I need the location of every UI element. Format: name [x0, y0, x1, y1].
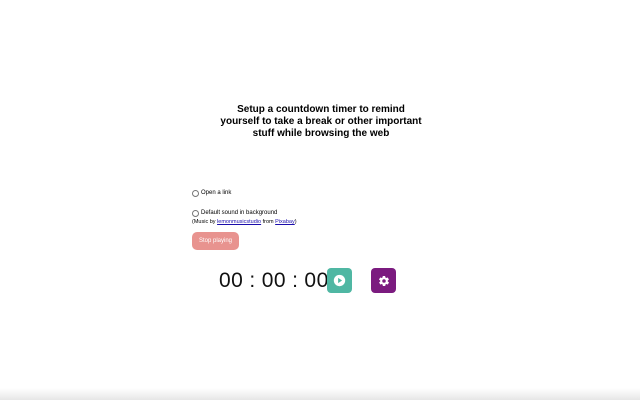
bottom-edge-shadow	[0, 388, 640, 400]
gear-icon	[378, 275, 389, 286]
default-sound-radio[interactable]	[192, 209, 199, 217]
default-sound-option[interactable]: Default sound in background	[192, 209, 277, 217]
credit-prefix: (Music by	[192, 219, 218, 225]
music-credit: (Music by lemonmusicstudio from Pixabay)	[192, 218, 297, 226]
timer-separator: :	[292, 269, 299, 292]
settings-button[interactable]	[371, 268, 396, 293]
countdown-display: 00:00:00	[219, 268, 329, 294]
stop-playing-button[interactable]: Stop playing	[192, 232, 239, 250]
open-link-radio[interactable]	[192, 189, 199, 197]
default-sound-label: Default sound in background	[201, 210, 278, 216]
timer-separator: :	[249, 269, 256, 292]
play-circle-icon	[333, 274, 346, 287]
timer-hours: 00	[219, 269, 244, 292]
artist-link[interactable]: lemonmusicstudio	[217, 219, 261, 225]
open-link-label: Open a link	[201, 190, 232, 196]
timer-seconds: 00	[304, 269, 329, 292]
credit-middle: from	[261, 219, 276, 225]
open-link-option[interactable]: Open a link	[192, 189, 231, 197]
start-timer-button[interactable]	[327, 268, 352, 293]
timer-page: Setup a countdown timer to remind yourse…	[0, 0, 640, 400]
page-description: Setup a countdown timer to remind yourse…	[220, 104, 422, 139]
credit-suffix: )	[294, 219, 297, 225]
timer-minutes: 00	[261, 269, 287, 292]
pixabay-link[interactable]: Pixabay	[275, 219, 295, 225]
